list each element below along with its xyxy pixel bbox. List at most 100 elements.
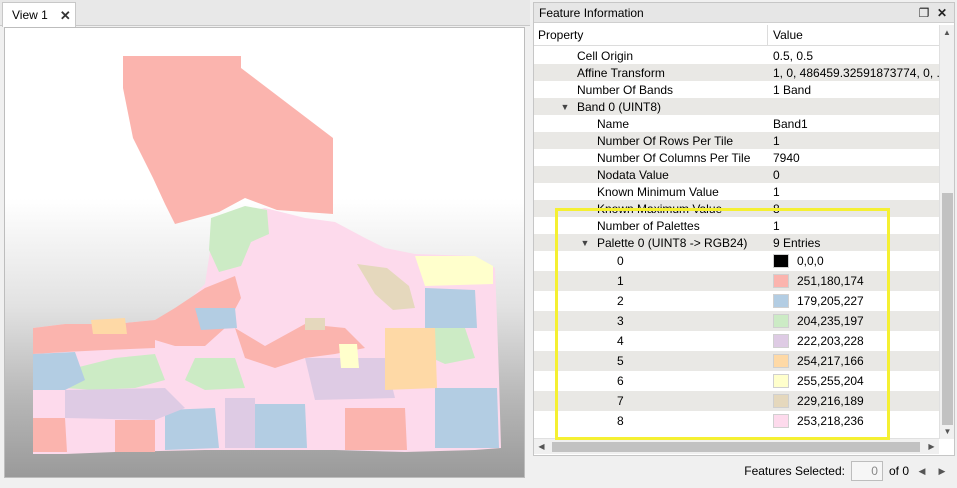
table-row[interactable]: Cell Origin 0.5, 0.5 — [534, 47, 939, 64]
table-row[interactable]: Number Of Columns Per Tile 7940 — [534, 149, 939, 166]
row-label: Known Maximum Value — [597, 201, 723, 216]
column-header-property[interactable]: Property — [534, 24, 768, 46]
table-row-band[interactable]: ▼ Band 0 (UINT8) — [534, 98, 939, 115]
feature-information-panel: Feature Information ❐ ✕ Property Value C… — [533, 2, 955, 456]
map-region-purple-3 — [225, 398, 255, 448]
row-label: Cell Origin — [577, 48, 634, 63]
row-value: 1 Band — [773, 82, 812, 97]
table-row[interactable]: Number Of Rows Per Tile 1 — [534, 132, 939, 149]
palette-rgb: 179,205,227 — [797, 294, 864, 308]
palette-index: 8 — [617, 414, 624, 428]
map-view-area: View 1 ✕ — [0, 0, 530, 488]
palette-entry[interactable]: 7 229,216,189 — [534, 391, 939, 411]
row-value: 0 — [773, 167, 780, 182]
palette-index: 4 — [617, 334, 624, 348]
map-canvas[interactable] — [4, 27, 525, 478]
row-label: Name — [597, 116, 630, 131]
map-region-yellow-1 — [415, 256, 493, 286]
palette-rgb: 255,255,204 — [797, 374, 864, 388]
palette-entry[interactable]: 3 204,235,197 — [534, 311, 939, 331]
row-value: 0.5, 0.5 — [773, 48, 814, 63]
scroll-thumb[interactable] — [552, 442, 920, 452]
table-row[interactable]: Nodata Value 0 — [534, 166, 939, 183]
table-row[interactable]: Affine Transform 1, 0, 486459.3259187377… — [534, 64, 939, 81]
tab-label: View 1 — [12, 8, 48, 22]
property-tree: Cell Origin 0.5, 0.5 Affine Transform 1,… — [534, 47, 939, 431]
color-swatch — [773, 374, 789, 388]
previous-icon[interactable]: ◀ — [915, 466, 929, 477]
palette-entry[interactable]: 0 0,0,0 — [534, 251, 939, 271]
palette-index: 7 — [617, 394, 624, 408]
palette-rgb: 253,218,236 — [797, 414, 864, 428]
row-label: Band 0 (UINT8) — [577, 99, 662, 114]
restore-icon[interactable]: ❐ — [916, 5, 932, 21]
row-value: 1 — [773, 184, 780, 199]
map-region-blue-5 — [255, 404, 307, 448]
palette-entry[interactable]: 4 222,203,228 — [534, 331, 939, 351]
column-header-value[interactable]: Value — [768, 25, 939, 46]
table-header: Property Value — [534, 24, 939, 46]
chevron-down-icon[interactable]: ▼ — [579, 238, 591, 248]
color-swatch — [773, 334, 789, 348]
table-row[interactable]: Number Of Bands 1 Band — [534, 81, 939, 98]
map-region-south-2 — [345, 408, 407, 450]
row-value: Band1 — [773, 116, 808, 131]
selected-count-field[interactable] — [850, 461, 883, 481]
row-value: 1 — [773, 133, 780, 148]
panel-title-bar: Feature Information ❐ ✕ — [534, 3, 954, 23]
palette-entry[interactable]: 8 253,218,236 — [534, 411, 939, 431]
tab-view-1[interactable]: View 1 ✕ — [2, 2, 76, 27]
color-swatch — [773, 294, 789, 308]
close-icon[interactable]: ✕ — [60, 9, 71, 22]
row-value: 7940 — [773, 150, 800, 165]
table-row[interactable]: Known Maximum Value 8 — [534, 200, 939, 217]
map-region-yellow-2 — [339, 344, 359, 368]
map-region-orange-1 — [385, 328, 437, 390]
palette-rgb: 254,217,166 — [797, 354, 864, 368]
palette-index: 3 — [617, 314, 624, 328]
row-value: 1, 0, 486459.32591873774, 0, ... — [773, 65, 939, 80]
palette-rgb: 0,0,0 — [797, 254, 824, 268]
row-label: Number Of Bands — [577, 82, 674, 97]
color-swatch — [773, 354, 789, 368]
status-bar: Features Selected: of 0 ◀ ▶ — [533, 459, 957, 483]
row-label: Number Of Columns Per Tile — [597, 150, 751, 165]
row-label: Palette 0 (UINT8 -> RGB24) — [597, 235, 748, 250]
chevron-down-icon[interactable]: ▼ — [559, 102, 571, 112]
scroll-up-icon[interactable]: ▲ — [940, 25, 954, 40]
row-value: 1 — [773, 218, 780, 233]
horizontal-scrollbar[interactable]: ◀ ▶ — [534, 438, 939, 454]
color-swatch — [773, 414, 789, 428]
map-region-blue-3 — [425, 288, 477, 328]
scroll-right-icon[interactable]: ▶ — [924, 439, 939, 454]
palette-entry[interactable]: 1 251,180,174 — [534, 271, 939, 291]
row-label: Affine Transform — [577, 65, 665, 80]
row-label: Nodata Value — [597, 167, 669, 182]
table-row-palette[interactable]: ▼ Palette 0 (UINT8 -> RGB24) 9 Entries — [534, 234, 939, 251]
view-tabbar: View 1 ✕ — [0, 0, 530, 27]
table-row[interactable]: Name Band1 — [534, 115, 939, 132]
palette-entry[interactable]: 2 179,205,227 — [534, 291, 939, 311]
scroll-thumb[interactable] — [942, 193, 953, 425]
vertical-scrollbar[interactable]: ▲ ▼ — [939, 25, 954, 439]
scroll-left-icon[interactable]: ◀ — [534, 439, 549, 454]
color-swatch — [773, 394, 789, 408]
close-icon[interactable]: ✕ — [934, 5, 950, 21]
map-region-blue-6 — [195, 308, 237, 330]
palette-index: 1 — [617, 274, 624, 288]
map-region-blue-2 — [165, 408, 219, 450]
palette-entry[interactable]: 6 255,255,204 — [534, 371, 939, 391]
row-label: Known Minimum Value — [597, 184, 719, 199]
map-region-south-1 — [33, 418, 67, 452]
map-region-tan-2 — [305, 318, 325, 330]
map-region-north — [123, 56, 333, 224]
raster-map — [33, 56, 501, 454]
table-row[interactable]: Known Minimum Value 1 — [534, 183, 939, 200]
scroll-down-icon[interactable]: ▼ — [940, 424, 955, 439]
table-row[interactable]: Number of Palettes 1 — [534, 217, 939, 234]
next-icon[interactable]: ▶ — [935, 466, 949, 477]
palette-index: 0 — [617, 254, 624, 268]
map-region-south-3 — [115, 420, 155, 452]
palette-entry[interactable]: 5 254,217,166 — [534, 351, 939, 371]
panel-title: Feature Information — [539, 5, 644, 20]
